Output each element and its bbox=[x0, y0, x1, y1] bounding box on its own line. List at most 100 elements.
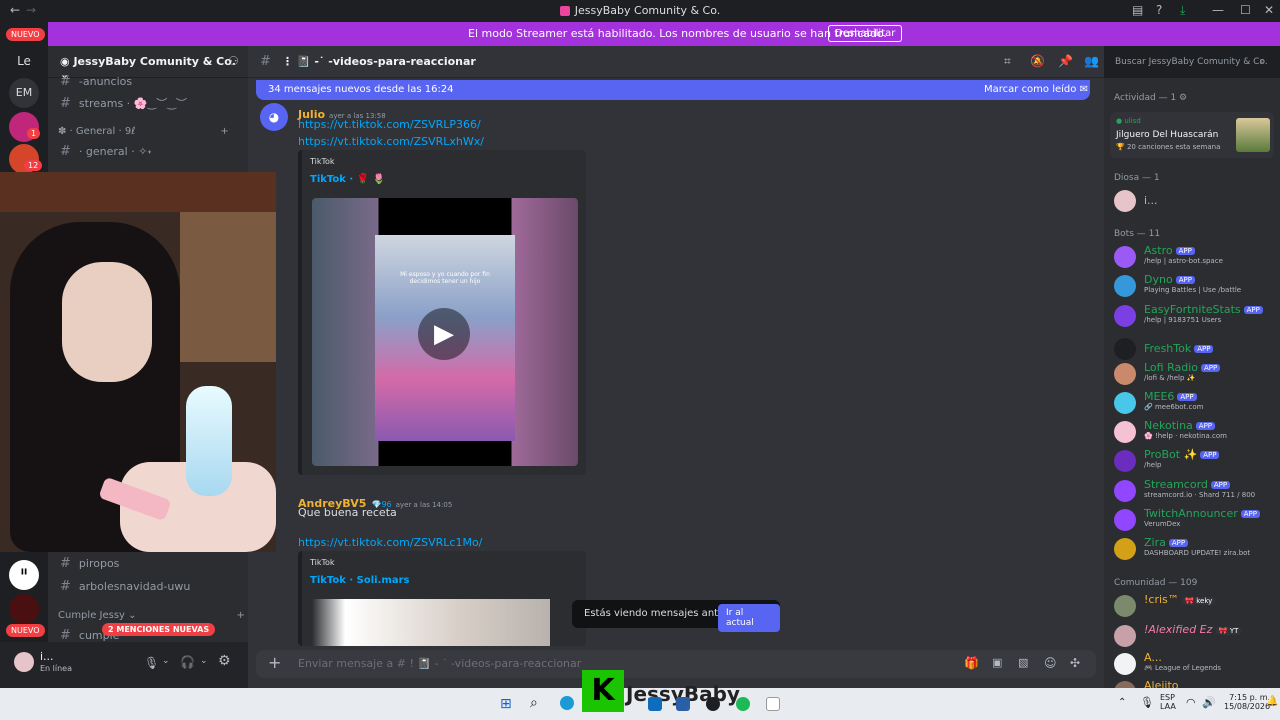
bot-item[interactable]: Streamcord APP streamcord.io · Shard 711 /… bbox=[1114, 478, 1274, 504]
chevron-down-icon[interactable]: ⌄ bbox=[162, 656, 170, 666]
gear-icon[interactable]: ⚙ bbox=[218, 653, 231, 669]
activity-card[interactable]: ● ulisd Jilguero Del Huascarán 🏆 20 canc… bbox=[1110, 112, 1274, 158]
store-icon[interactable] bbox=[676, 697, 690, 711]
mute-bell-icon[interactable]: 🔕 bbox=[1030, 54, 1045, 68]
add-attachment-icon[interactable]: + bbox=[268, 653, 281, 672]
download-icon[interactable]: ⤓ bbox=[1180, 3, 1185, 18]
threads-icon[interactable]: ⌗ bbox=[1004, 54, 1011, 69]
mention-badge: 12 bbox=[24, 160, 43, 171]
language-indicator[interactable]: ESP LAA bbox=[1160, 693, 1176, 711]
microphone-icon[interactable]: 🎙 bbox=[144, 656, 159, 670]
channel-piropos[interactable]: # piropos bbox=[60, 556, 119, 571]
server-em[interactable]: EM bbox=[9, 78, 39, 108]
chevron-up-icon[interactable]: ⌃ bbox=[1118, 697, 1126, 708]
apps-icon[interactable]: ✣ bbox=[1070, 656, 1080, 670]
outlook-icon[interactable] bbox=[648, 697, 662, 711]
member-name: A... bbox=[1144, 651, 1162, 664]
channel-streams[interactable]: # streams · 🌸‿︶‿︶ bbox=[60, 95, 187, 111]
sticker-icon[interactable]: ▧ bbox=[1018, 656, 1028, 669]
bot-status: /lofi & /help ✨ bbox=[1144, 374, 1196, 382]
video-thumbnail[interactable]: Mi esposo y yo cuando por fin decidimos … bbox=[312, 198, 578, 466]
message-link[interactable]: https://vt.tiktok.com/ZSVRLxhWx/ bbox=[298, 135, 484, 148]
mark-read-button[interactable]: Marcar como leído ✉ bbox=[984, 84, 1088, 95]
volume-icon[interactable]: 🔊 bbox=[1202, 696, 1216, 709]
add-channel-icon[interactable]: + bbox=[237, 610, 245, 621]
server-le[interactable]: Le bbox=[9, 46, 39, 76]
minimize-icon[interactable]: — bbox=[1212, 3, 1224, 17]
hash-icon: # bbox=[260, 54, 271, 69]
pin-icon[interactable]: 📌 bbox=[1058, 54, 1073, 68]
message-composer[interactable]: + Enviar mensaje a # ! 📓 - ˙ -videos-par… bbox=[256, 650, 1096, 678]
inbox-icon[interactable]: ▤ bbox=[1132, 3, 1143, 17]
avatar bbox=[1114, 595, 1136, 617]
add-channel-icon[interactable]: + bbox=[220, 126, 228, 137]
chevron-down-icon[interactable]: ⌄ bbox=[200, 656, 208, 666]
close-window-icon[interactable]: ✕ bbox=[1264, 3, 1274, 17]
play-button[interactable]: ▶ bbox=[418, 308, 470, 360]
channel-arboles[interactable]: # arbolesnavidad-uwu bbox=[60, 579, 190, 594]
bot-item[interactable]: FreshTok APP bbox=[1114, 336, 1274, 362]
avatar[interactable] bbox=[14, 652, 34, 672]
help-icon[interactable]: ? bbox=[1156, 3, 1162, 17]
gift-icon[interactable]: 🎁 bbox=[964, 656, 979, 670]
app-logo-icon bbox=[559, 6, 570, 16]
category-general[interactable]: ✽ · General · 9ℓ + bbox=[58, 126, 229, 137]
bot-item[interactable]: Astro APP/help | astro-bot.space bbox=[1114, 244, 1274, 270]
members-icon[interactable]: 👥 bbox=[1084, 54, 1099, 68]
microphone-tray-icon[interactable]: 🎙 bbox=[1140, 696, 1154, 709]
gif-icon[interactable]: ▣ bbox=[992, 656, 1002, 669]
mentions-pill[interactable]: 2 MENCIONES NUEVAS bbox=[102, 623, 216, 636]
category-cumple[interactable]: Cumple Jessy ⌄ + bbox=[58, 610, 245, 621]
bot-item[interactable]: Lofi Radio APP/lofi & /help ✨ bbox=[1114, 361, 1274, 387]
embed-title[interactable]: TikTok · 🌹 🌷 bbox=[310, 174, 385, 185]
bot-name: Lofi Radio APP bbox=[1144, 361, 1221, 374]
bot-name-text: Lofi Radio bbox=[1144, 361, 1199, 374]
new-badge: NUEVO bbox=[6, 28, 45, 41]
notification-icon[interactable]: 🔔 bbox=[1266, 696, 1278, 707]
maximize-icon[interactable]: ☐ bbox=[1240, 3, 1251, 17]
bot-name: FreshTok APP bbox=[1144, 342, 1214, 355]
member-name: i... bbox=[1144, 194, 1158, 207]
bot-item[interactable]: Zira APP DASHBOARD UPDATE! zira.bot bbox=[1114, 536, 1274, 562]
bot-name-text: MEE6 bbox=[1144, 390, 1175, 403]
bot-item[interactable]: MEE6 APP 🔗 mee6bot.com bbox=[1114, 390, 1274, 416]
spotify-icon: ● ulisd bbox=[1116, 117, 1141, 125]
disable-streamer-button[interactable]: Deshabilitar bbox=[828, 25, 903, 42]
server-icon[interactable]: ᴵᴵ bbox=[9, 560, 39, 590]
message-link[interactable]: https://vt.tiktok.com/ZSVRLP366/ bbox=[298, 118, 481, 131]
search-icon[interactable]: ⌕ bbox=[530, 695, 538, 711]
member-item[interactable]: A... 🎮 League of Legends bbox=[1114, 651, 1274, 677]
avatar[interactable]: ◕ bbox=[260, 103, 288, 131]
search-input[interactable]: Buscar JessyBaby Comunity & Co. ⌕ bbox=[1110, 54, 1274, 72]
bot-item[interactable]: ProBot ✨ APP/help bbox=[1114, 448, 1274, 474]
bot-name: MEE6 APP bbox=[1144, 390, 1197, 403]
windows-start-icon[interactable]: ⊞ bbox=[500, 696, 512, 712]
emoji-icon[interactable]: ☺ bbox=[1044, 656, 1057, 670]
message-link[interactable]: https://vt.tiktok.com/ZSVRLc1Mo/ bbox=[298, 536, 482, 549]
app-icon[interactable] bbox=[706, 697, 720, 711]
spotify-icon[interactable] bbox=[736, 697, 750, 711]
video-thumbnail[interactable] bbox=[312, 599, 550, 646]
add-member-icon[interactable]: ⚇ bbox=[228, 54, 239, 68]
bot-item[interactable]: TwitchAnnouncer APP VerumDex bbox=[1114, 507, 1274, 533]
bot-item[interactable]: Nekotina APP 🌸 !help · nekotina.com bbox=[1114, 419, 1274, 445]
channel-anuncios[interactable]: # -anuncios bbox=[60, 74, 132, 89]
notepad-icon[interactable] bbox=[766, 697, 780, 711]
member-item[interactable]: !cris™ 🎀 keky bbox=[1114, 593, 1274, 619]
embed-provider: TikTok bbox=[310, 157, 335, 166]
member-item[interactable]: !Alexified Ez 🎀 YT bbox=[1114, 623, 1274, 649]
embed-title[interactable]: TikTok · Soli.mars bbox=[310, 575, 409, 586]
clock[interactable]: 7:15 p. m. 15/08/2026 bbox=[1224, 693, 1270, 711]
headphones-icon[interactable]: 🎧 bbox=[180, 655, 195, 669]
edge-icon[interactable] bbox=[560, 696, 574, 710]
server-icon[interactable] bbox=[9, 594, 39, 624]
jump-present-button[interactable]: Ir al actual bbox=[718, 604, 780, 632]
member-item[interactable]: i... bbox=[1114, 188, 1274, 214]
bot-item[interactable]: Dyno APP Playing Battles | Use /battle bbox=[1114, 273, 1274, 299]
wifi-icon[interactable]: ◠ bbox=[1186, 696, 1196, 709]
bot-item[interactable]: EasyFortniteStats APP/help | 9183751 User… bbox=[1114, 303, 1274, 329]
new-messages-bar[interactable]: 34 mensajes nuevos desde las 16:24 Marca… bbox=[256, 80, 1090, 100]
member-item[interactable]: Alejito bbox=[1114, 679, 1274, 688]
channel-general[interactable]: # · general · ✧˖ bbox=[60, 144, 152, 159]
bot-name-text: TwitchAnnouncer bbox=[1144, 507, 1238, 520]
